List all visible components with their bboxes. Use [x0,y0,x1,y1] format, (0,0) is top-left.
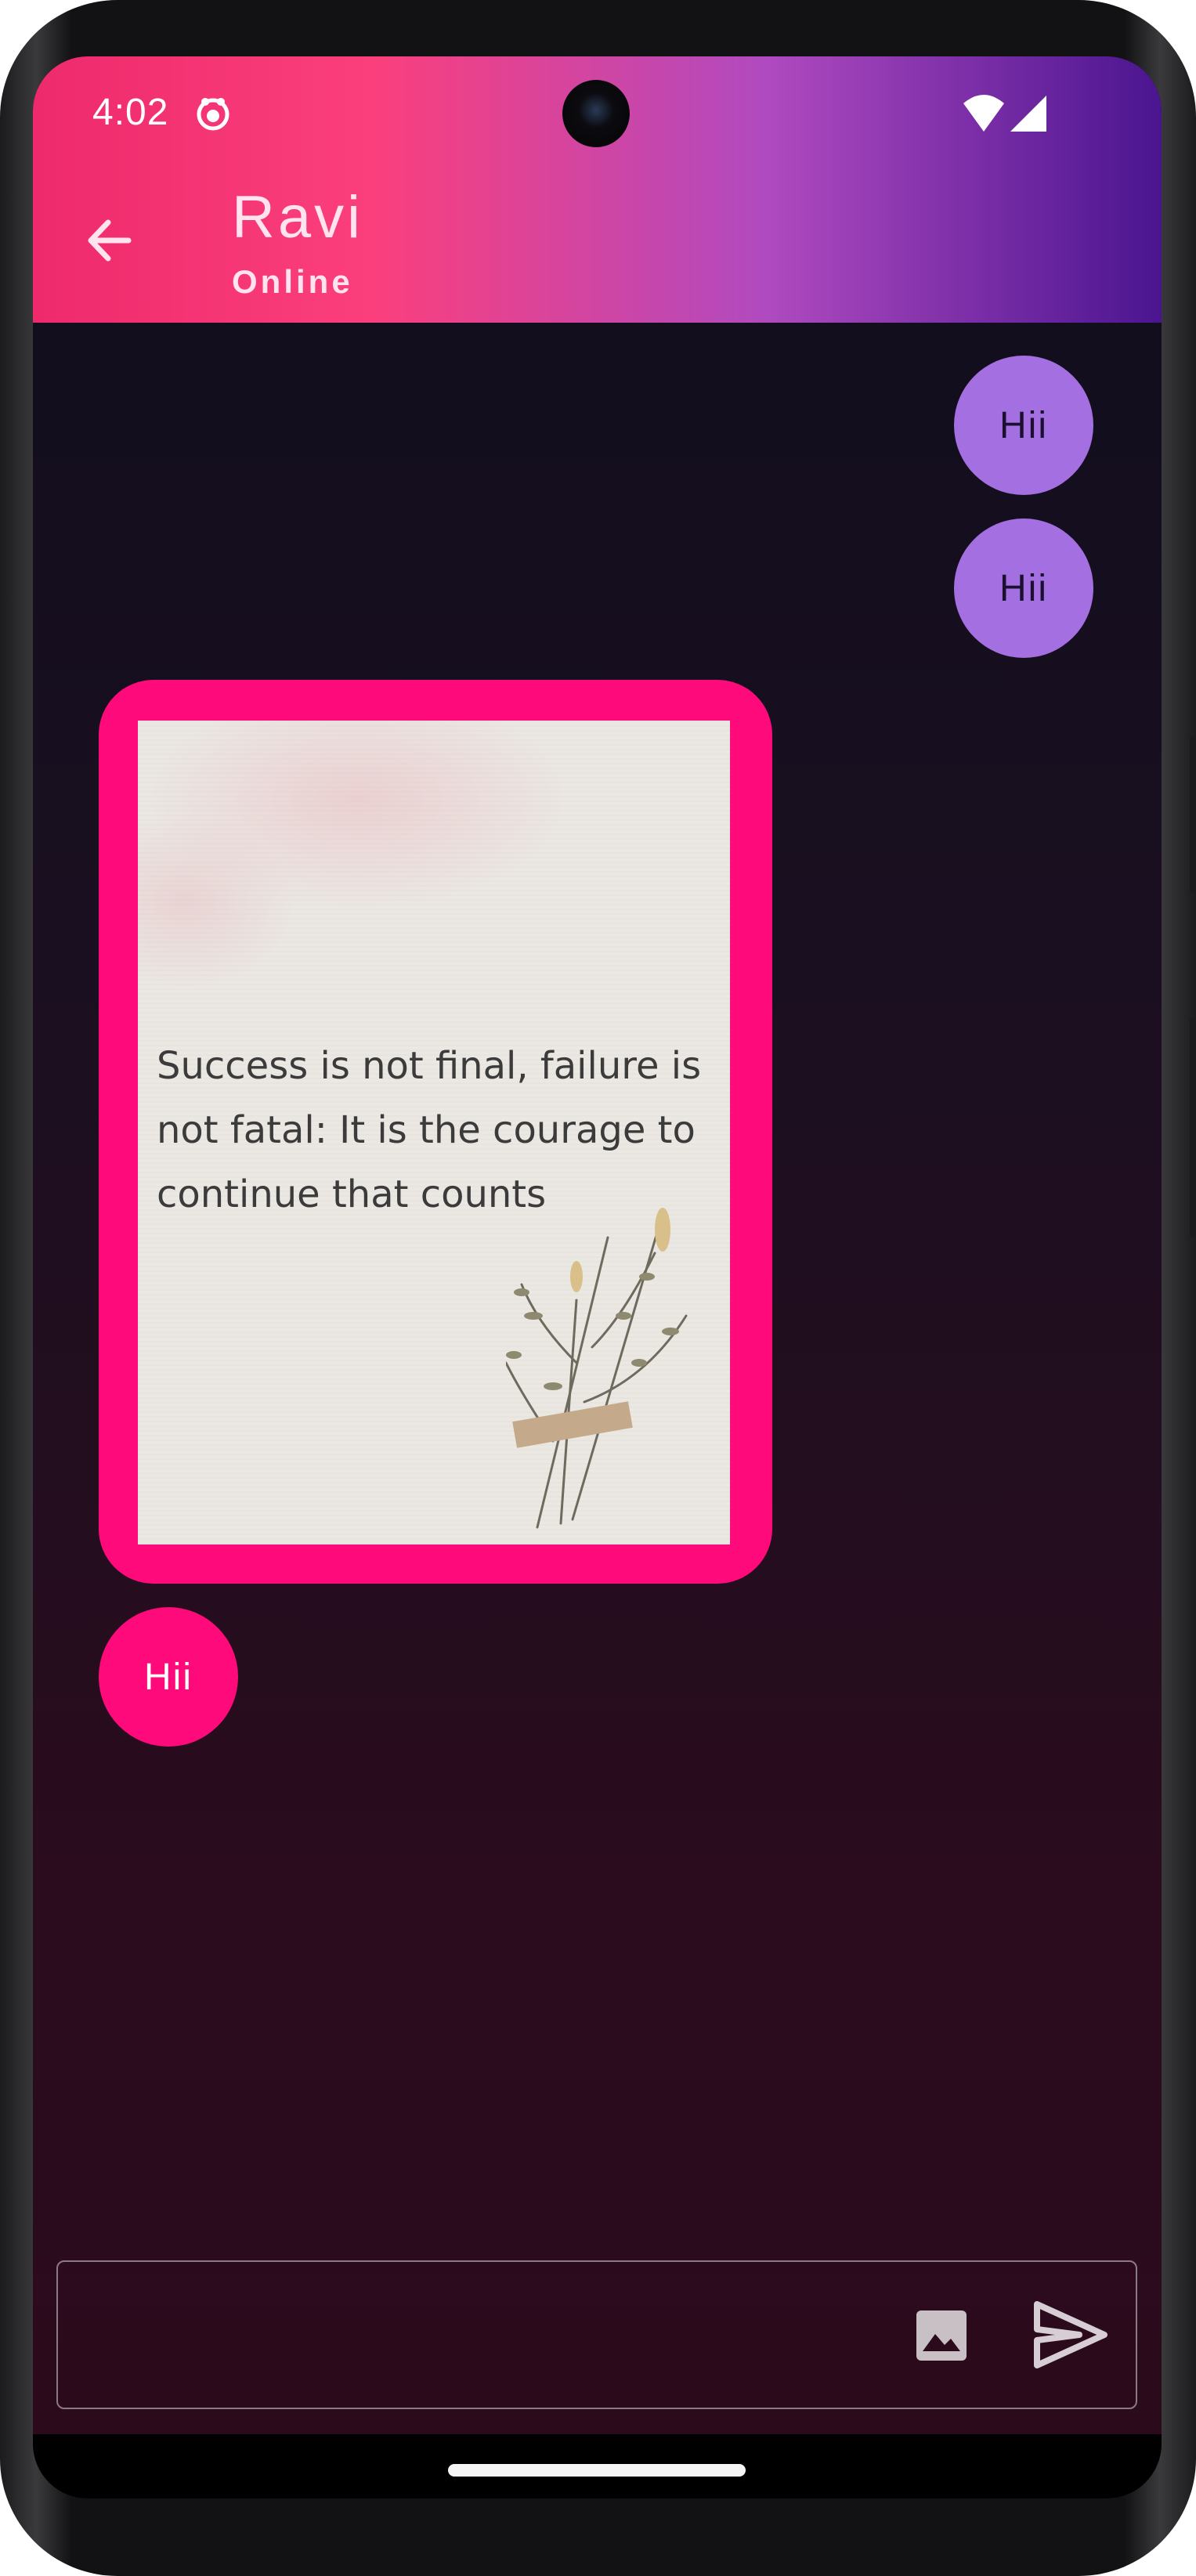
image-message-bubble[interactable]: Success is not final, failure is not fat… [99,680,772,1584]
message-text: Hii [999,404,1048,446]
home-gesture-bar[interactable] [448,2464,746,2477]
message-bubble-sent[interactable]: Hii [954,356,1093,495]
status-bar: 4:02 [33,56,1162,170]
quote-image-text: Success is not final, failure is not fat… [157,1044,702,1216]
signal-icon [1010,96,1046,132]
flower-bouquet-illustration [506,1208,688,1529]
wifi-icon [963,95,1004,132]
message-text: Hii [144,1656,193,1698]
back-arrow-icon[interactable] [81,213,136,268]
camera-cutout [562,80,630,147]
message-bubble-sent[interactable]: Hii [954,518,1093,658]
status-time: 4:02 [92,92,169,133]
contact-name[interactable]: Ravi [232,183,363,251]
quote-image[interactable]: Success is not final, failure is not fat… [138,721,730,1545]
notification-icon [197,98,229,131]
message-bubble-received[interactable]: Hii [99,1607,238,1747]
message-input[interactable] [56,2260,1137,2409]
chat-screen: 4:02 Ravi Online Hii Hii Success is not … [33,56,1162,2498]
image-icon[interactable] [913,2307,970,2364]
contact-status: Online [232,263,353,300]
chat-header: 4:02 Ravi Online [33,56,1162,323]
power-button [1190,736,1196,893]
message-text: Hii [999,567,1048,609]
volume-button [1190,1018,1196,1237]
send-icon[interactable] [1032,2300,1107,2370]
